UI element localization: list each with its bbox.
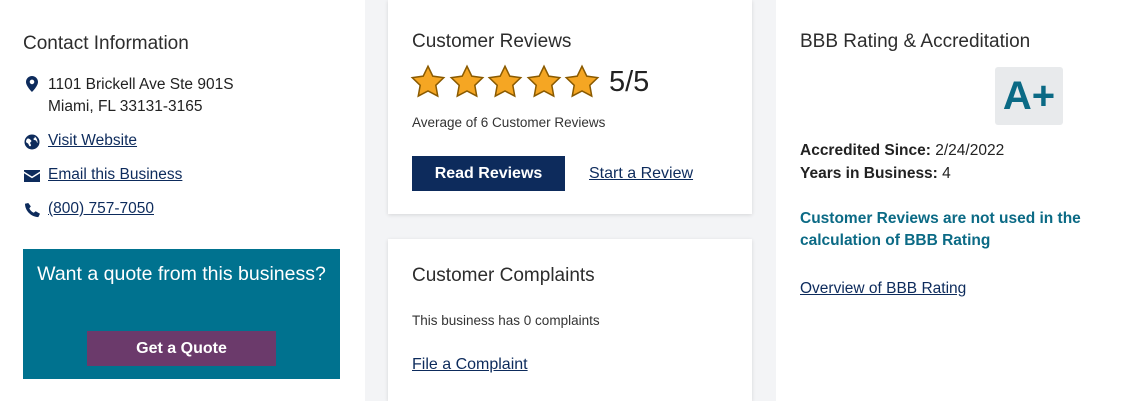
star-icon — [410, 64, 446, 98]
globe-icon — [23, 133, 41, 151]
contact-title: Contact Information — [23, 33, 189, 54]
reviews-card: Customer Reviews 5/5 Average of 6 Custom… — [388, 0, 752, 214]
bbb-panel — [776, 0, 1143, 401]
years-in-business: Years in Business: 4 — [800, 165, 951, 183]
address-row: 1101 Brickell Ave Ste 901S Miami, FL 331… — [23, 74, 234, 118]
overview-bbb-rating-link[interactable]: Overview of BBB Rating — [800, 280, 966, 298]
file-complaint-link[interactable]: File a Complaint — [412, 356, 528, 374]
accredited-label: Accredited Since: — [800, 142, 931, 159]
years-value: 4 — [942, 165, 951, 182]
read-reviews-button[interactable]: Read Reviews — [412, 156, 565, 191]
email-row[interactable]: Email this Business — [23, 166, 182, 185]
rating-value: 5/5 — [609, 66, 650, 98]
email-business-link[interactable]: Email this Business — [48, 166, 182, 184]
complaints-count-text: This business has 0 complaints — [412, 313, 600, 328]
visit-website-link[interactable]: Visit Website — [48, 132, 137, 150]
complaints-title: Customer Complaints — [412, 265, 595, 286]
average-reviews-text: Average of 6 Customer Reviews — [412, 115, 606, 130]
address-line2: Miami, FL 33131-3165 — [48, 98, 203, 115]
envelope-icon — [23, 167, 41, 185]
star-icon — [564, 64, 600, 98]
start-review-link[interactable]: Start a Review — [589, 165, 693, 183]
website-row[interactable]: Visit Website — [23, 132, 137, 151]
accredited-since: Accredited Since: 2/24/2022 — [800, 142, 1004, 160]
address-line1: 1101 Brickell Ave Ste 901S — [48, 76, 234, 93]
star-icon — [526, 64, 561, 98]
quote-box: Want a quote from this business? Get a Q… — [23, 249, 340, 379]
phone-link[interactable]: (800) 757-7050 — [48, 200, 154, 218]
star-rating — [410, 64, 603, 100]
accredited-value: 2/24/2022 — [935, 142, 1005, 159]
star-icon — [487, 64, 523, 98]
location-pin-icon — [23, 75, 41, 93]
quote-prompt: Want a quote from this business? — [37, 263, 326, 285]
bbb-title: BBB Rating & Accreditation — [800, 31, 1031, 52]
get-quote-button[interactable]: Get a Quote — [87, 331, 276, 366]
star-icon — [449, 64, 484, 98]
bbb-grade-badge: A+ — [995, 67, 1063, 125]
contact-panel: Contact Information 1101 Brickell Ave St… — [0, 0, 365, 401]
complaints-card: Customer Complaints This business has 0 … — [388, 239, 752, 401]
phone-row[interactable]: (800) 757-7050 — [23, 200, 154, 219]
years-label: Years in Business: — [800, 165, 938, 182]
reviews-rating-note: Customer Reviews are not used in the cal… — [800, 210, 1081, 249]
reviews-title: Customer Reviews — [412, 31, 572, 52]
phone-icon — [23, 201, 41, 219]
